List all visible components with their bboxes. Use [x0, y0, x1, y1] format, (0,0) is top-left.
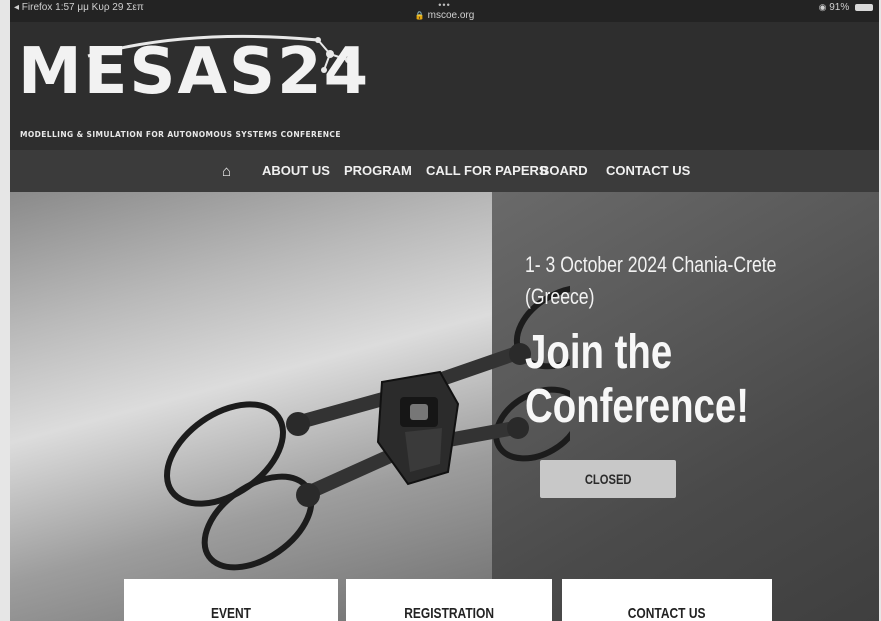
battery-icon [855, 3, 873, 11]
status-right: ◉ 91% [819, 2, 873, 13]
site-header: MESAS24 MODELLING & SIMULATION FOR AUTON… [10, 22, 879, 150]
hero-title: Join the Conference! [525, 326, 750, 433]
browser-viewport: ◂ Firefox 1:57 μμ Κυρ 29 Σεπ ••• 🔒 mscoe.… [10, 0, 879, 621]
tab-dots-icon[interactable]: ••• [10, 0, 879, 10]
nav-item-label: BOARD [540, 163, 588, 178]
logo-tagline: MODELLING & SIMULATION FOR AUTONOMOUS SY… [20, 130, 341, 139]
home-icon[interactable]: ⌂ [222, 163, 262, 180]
nav-item-program[interactable]: PROGRAM [344, 162, 426, 180]
nav-item-label: CONTACT US [606, 163, 691, 178]
card-title: CONTACT US [628, 605, 706, 621]
battery-percent: 91% [829, 2, 850, 13]
address-bar[interactable]: 🔒 mscoe.org [10, 10, 879, 21]
nav-item-contact-us[interactable]: CONTACT US [606, 162, 696, 180]
logo-wordmark: MESAS24 [18, 35, 371, 109]
nav-item-label: PROGRAM [344, 163, 412, 178]
nav-item-label: CALL FOR PAPERS [426, 163, 548, 178]
nav-item-board[interactable]: BOARD [540, 162, 606, 180]
wifi-icon: ◉ [818, 2, 827, 12]
card-contact-us[interactable]: CONTACT US [562, 579, 772, 621]
registration-closed-button[interactable]: CLOSED [540, 460, 676, 498]
card-event[interactable]: EVENT [124, 579, 338, 621]
event-date: 1- 3 October 2024 Chania-Crete (Greece) [525, 252, 777, 309]
card-registration[interactable]: REGISTRATION [346, 579, 552, 621]
card-title: EVENT [210, 605, 251, 621]
site-logo[interactable]: MESAS24 MODELLING & SIMULATION FOR AUTON… [18, 30, 368, 142]
closed-button-label: CLOSED [584, 471, 632, 487]
nav-item-label: ABOUT US [262, 163, 330, 178]
nav-item-call-for-papers[interactable]: CALL FOR PAPERS [426, 162, 548, 180]
status-bar: ◂ Firefox 1:57 μμ Κυρ 29 Σεπ ••• 🔒 mscoe.… [10, 0, 879, 22]
drone-image [164, 284, 570, 571]
main-nav: ⌂ ABOUT US PROGRAM CALL FOR PAPERS BOARD… [10, 150, 879, 192]
hero-banner: 1- 3 October 2024 Chania-Crete (Greece) … [10, 192, 879, 621]
nav-item-about-us[interactable]: ABOUT US [262, 162, 344, 180]
lock-icon: 🔒 [414, 11, 425, 20]
card-title: REGISTRATION [404, 605, 494, 621]
url-text: mscoe.org [427, 10, 475, 21]
